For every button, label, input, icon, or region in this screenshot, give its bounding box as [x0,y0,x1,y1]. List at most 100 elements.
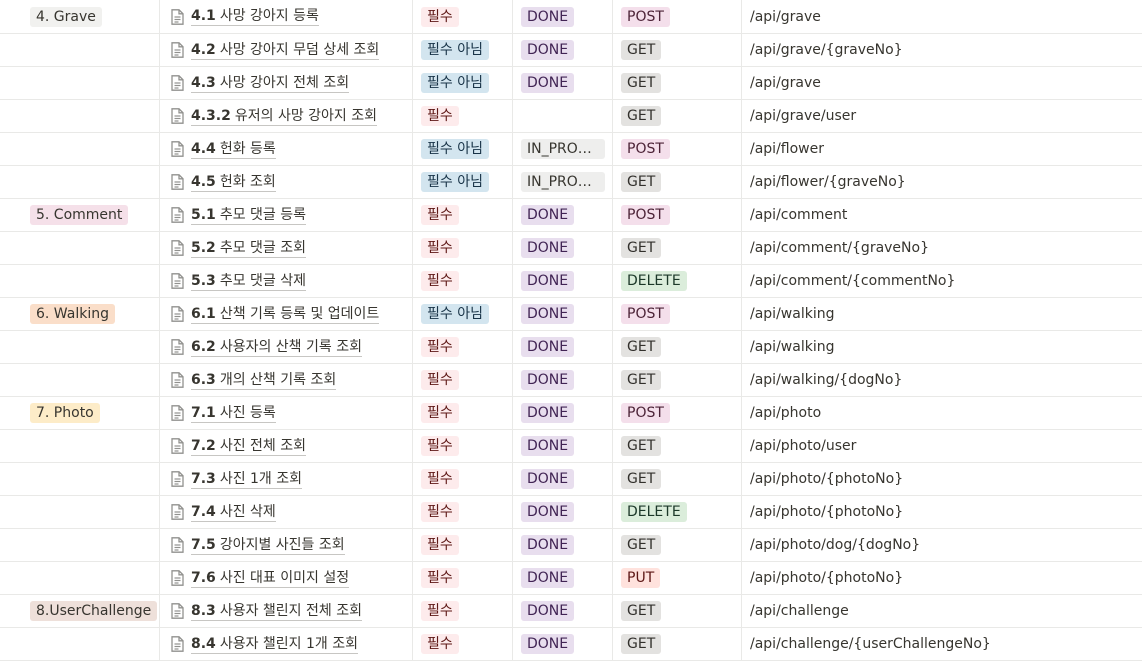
name-cell[interactable]: 6.2 사용자의 산책 기록 조회 [160,331,413,363]
category-cell[interactable] [0,496,160,528]
required-cell[interactable]: 필수 [413,364,513,396]
url-cell[interactable]: /api/photo/{photoNo} [742,463,1142,495]
page-title[interactable]: 7.5 강아지별 사진들 조회 [191,536,345,555]
category-cell[interactable] [0,364,160,396]
table-row[interactable]: 8.4 사용자 챌린지 1개 조회 필수 DONE GET/api/challenge/… [0,628,1142,661]
page-link[interactable]: 7.2 사진 전체 조회 [170,437,306,456]
name-cell[interactable]: 7.3 사진 1개 조회 [160,463,413,495]
method-cell[interactable]: GET [613,628,742,660]
name-cell[interactable]: 4.2 사망 강아지 무덤 상세 조회 [160,34,413,66]
table-row[interactable]: 7.2 사진 전체 조회 필수 DONE GET/api/photo/user [0,430,1142,463]
page-link[interactable]: 4.2 사망 강아지 무덤 상세 조회 [170,41,380,60]
name-cell[interactable]: 4.5 헌화 조회 [160,166,413,198]
required-cell[interactable]: 필수 [413,529,513,561]
url-cell[interactable]: /api/photo/user [742,430,1142,462]
required-cell[interactable]: 필수 [413,496,513,528]
page-title[interactable]: 5.3 추모 댓글 삭제 [191,272,306,291]
required-cell[interactable]: 필수 [413,0,513,33]
category-cell[interactable] [0,133,160,165]
category-cell[interactable] [0,331,160,363]
url-cell[interactable]: /api/walking/{dogNo} [742,364,1142,396]
method-cell[interactable]: GET [613,34,742,66]
name-cell[interactable]: 4.3.2 유저의 사망 강아지 조회 [160,100,413,132]
status-cell[interactable] [513,100,613,132]
page-link[interactable]: 7.3 사진 1개 조회 [170,470,303,489]
page-link[interactable]: 4.4 헌화 등록 [170,140,276,159]
status-cell[interactable]: DONE [513,430,613,462]
required-cell[interactable]: 필수 [413,232,513,264]
category-cell[interactable] [0,100,160,132]
required-cell[interactable]: 필수 아님 [413,298,513,330]
category-cell[interactable]: 5. Comment [0,199,160,231]
category-cell[interactable] [0,232,160,264]
method-cell[interactable]: GET [613,100,742,132]
method-cell[interactable]: GET [613,529,742,561]
table-row[interactable]: 6. Walking 6.1 산책 기록 등록 및 업데이트 필수 아님 DONE POS… [0,298,1142,331]
required-cell[interactable]: 필수 아님 [413,67,513,99]
table-row[interactable]: 5.3 추모 댓글 삭제 필수 DONE DELETE/api/comment/{com… [0,265,1142,298]
table-row[interactable]: 4.3 사망 강아지 전체 조회 필수 아님 DONE GET/api/grave [0,67,1142,100]
table-row[interactable]: 6.2 사용자의 산책 기록 조회 필수 DONE GET/api/walking [0,331,1142,364]
name-cell[interactable]: 8.3 사용자 챌린지 전체 조회 [160,595,413,627]
required-cell[interactable]: 필수 아님 [413,166,513,198]
url-cell[interactable]: /api/challenge/{userChallengeNo} [742,628,1142,660]
url-cell[interactable]: /api/challenge [742,595,1142,627]
required-cell[interactable]: 필수 [413,562,513,594]
category-cell[interactable] [0,34,160,66]
required-cell[interactable]: 필수 [413,265,513,297]
category-cell[interactable]: 7. Photo [0,397,160,429]
url-cell[interactable]: /api/photo [742,397,1142,429]
method-cell[interactable]: GET [613,595,742,627]
required-cell[interactable]: 필수 아님 [413,34,513,66]
status-cell[interactable]: DONE [513,463,613,495]
table-row[interactable]: 6.3 개의 산책 기록 조회 필수 DONE GET/api/walking/{dog… [0,364,1142,397]
page-link[interactable]: 7.5 강아지별 사진들 조회 [170,536,345,555]
method-cell[interactable]: PUT [613,562,742,594]
name-cell[interactable]: 7.4 사진 삭제 [160,496,413,528]
status-cell[interactable]: DONE [513,232,613,264]
url-cell[interactable]: /api/flower [742,133,1142,165]
table-row[interactable]: 4.5 헌화 조회 필수 아님 IN_PROG... GET/api/flower/{g… [0,166,1142,199]
status-cell[interactable]: DONE [513,529,613,561]
required-cell[interactable]: 필수 [413,199,513,231]
page-title[interactable]: 7.6 사진 대표 이미지 설정 [191,569,350,588]
page-link[interactable]: 5.1 추모 댓글 등록 [170,206,306,225]
status-cell[interactable]: DONE [513,34,613,66]
url-cell[interactable]: /api/walking [742,331,1142,363]
status-cell[interactable]: DONE [513,199,613,231]
name-cell[interactable]: 5.2 추모 댓글 조회 [160,232,413,264]
table-row[interactable]: 8.UserChallenge 8.3 사용자 챌린지 전체 조회 필수 DONE GET… [0,595,1142,628]
method-cell[interactable]: POST [613,298,742,330]
url-cell[interactable]: /api/grave [742,0,1142,33]
name-cell[interactable]: 4.4 헌화 등록 [160,133,413,165]
category-cell[interactable] [0,67,160,99]
table-row[interactable]: 7.5 강아지별 사진들 조회 필수 DONE GET/api/photo/dog/{d… [0,529,1142,562]
url-cell[interactable]: /api/grave [742,67,1142,99]
status-cell[interactable]: DONE [513,331,613,363]
method-cell[interactable]: POST [613,199,742,231]
category-cell[interactable]: 4. Grave [0,0,160,33]
name-cell[interactable]: 4.1 사망 강아지 등록 [160,0,413,33]
status-cell[interactable]: DONE [513,0,613,33]
table-row[interactable]: 4.4 헌화 등록 필수 아님 IN_PROG... POST/api/flower [0,133,1142,166]
page-title[interactable]: 4.2 사망 강아지 무덤 상세 조회 [191,41,380,60]
page-link[interactable]: 6.2 사용자의 산책 기록 조회 [170,338,362,357]
required-cell[interactable]: 필수 [413,331,513,363]
page-link[interactable]: 4.1 사망 강아지 등록 [170,7,319,26]
name-cell[interactable]: 6.3 개의 산책 기록 조회 [160,364,413,396]
page-link[interactable]: 7.4 사진 삭제 [170,503,276,522]
table-row[interactable]: 7.3 사진 1개 조회 필수 DONE GET/api/photo/{photoNo} [0,463,1142,496]
table-row[interactable]: 7.6 사진 대표 이미지 설정 필수 DONE PUT/api/photo/{phot… [0,562,1142,595]
url-cell[interactable]: /api/walking [742,298,1142,330]
page-title[interactable]: 8.4 사용자 챌린지 1개 조회 [191,635,358,654]
page-link[interactable]: 8.4 사용자 챌린지 1개 조회 [170,635,358,654]
status-cell[interactable]: IN_PROG... [513,166,613,198]
url-cell[interactable]: /api/grave/{graveNo} [742,34,1142,66]
status-cell[interactable]: IN_PROG... [513,133,613,165]
page-link[interactable]: 4.5 헌화 조회 [170,173,276,192]
status-cell[interactable]: DONE [513,298,613,330]
page-title[interactable]: 5.1 추모 댓글 등록 [191,206,306,225]
page-title[interactable]: 5.2 추모 댓글 조회 [191,239,306,258]
status-cell[interactable]: DONE [513,397,613,429]
page-title[interactable]: 7.1 사진 등록 [191,404,276,423]
